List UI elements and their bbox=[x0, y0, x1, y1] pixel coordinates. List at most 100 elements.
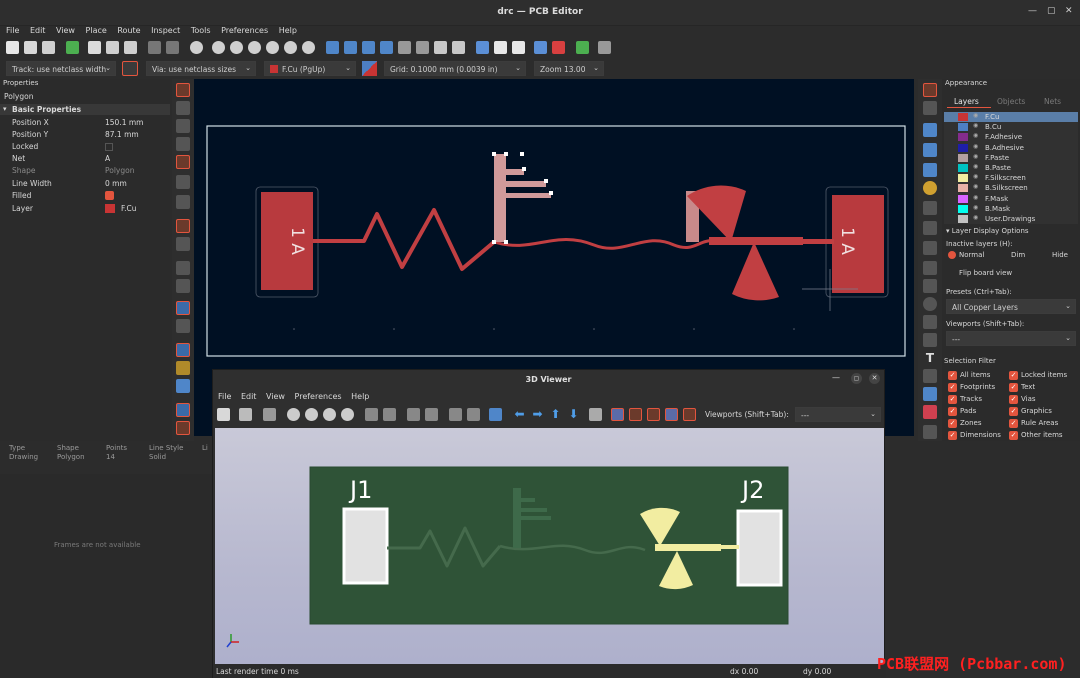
track-width-settings-icon[interactable] bbox=[122, 61, 138, 76]
high-contrast-icon[interactable] bbox=[176, 301, 190, 315]
v3d-menu-help[interactable]: Help bbox=[351, 392, 369, 401]
checkbox-icon[interactable]: ✓ bbox=[1009, 419, 1018, 428]
eye-icon[interactable]: ◉ bbox=[973, 214, 978, 221]
layer-row[interactable]: ◉ F.Adhesive bbox=[948, 132, 1078, 142]
find-icon[interactable] bbox=[190, 41, 203, 54]
units-mm-icon[interactable] bbox=[176, 155, 190, 169]
eye-icon[interactable]: ◉ bbox=[973, 204, 978, 211]
presets-select[interactable]: All Copper Layers ⌄ bbox=[946, 299, 1076, 314]
eye-icon[interactable]: ◉ bbox=[973, 143, 978, 150]
layer-color-swatch[interactable] bbox=[958, 133, 968, 142]
layer-select[interactable]: F.Cu (PgUp) ⌄ bbox=[264, 61, 356, 76]
prop-value[interactable]: 0 mm bbox=[105, 179, 127, 188]
move-left-icon[interactable]: ⬅ bbox=[513, 408, 526, 421]
close-button[interactable]: ✕ bbox=[869, 373, 880, 384]
scripting-icon[interactable] bbox=[598, 41, 611, 54]
eye-icon[interactable]: ◉ bbox=[973, 163, 978, 170]
prop-line-width[interactable]: Line Width 0 mm bbox=[0, 178, 170, 190]
zoom-out-icon[interactable] bbox=[248, 41, 261, 54]
eye-icon[interactable]: ◉ bbox=[973, 122, 978, 129]
set-origin-icon[interactable] bbox=[923, 425, 937, 439]
draw-rect-icon[interactable] bbox=[923, 279, 937, 293]
layer-row[interactable]: ◉ B.Paste bbox=[948, 163, 1078, 173]
rotate-x-ccw-icon[interactable] bbox=[383, 408, 396, 421]
prop-value[interactable]: F.Cu bbox=[121, 204, 136, 213]
menu-edit[interactable]: Edit bbox=[30, 26, 46, 35]
minimize-button[interactable]: — bbox=[1028, 6, 1037, 16]
move-down-icon[interactable]: ⬇ bbox=[567, 408, 580, 421]
curved-ratsnest-icon[interactable] bbox=[176, 237, 190, 251]
eye-icon[interactable]: ◉ bbox=[973, 173, 978, 180]
zoom-in-icon[interactable] bbox=[305, 408, 318, 421]
rotate-y-cw-icon[interactable] bbox=[407, 408, 420, 421]
layer-color-swatch[interactable] bbox=[958, 215, 968, 223]
pad-display-icon[interactable] bbox=[176, 343, 190, 357]
netlist-icon[interactable] bbox=[476, 41, 489, 54]
open-icon[interactable] bbox=[24, 41, 37, 54]
undo-icon[interactable] bbox=[148, 41, 161, 54]
via-display-icon[interactable] bbox=[176, 361, 190, 375]
prop-layer[interactable]: Layer F.Cu bbox=[0, 203, 170, 215]
move-right-icon[interactable]: ➡ bbox=[531, 408, 544, 421]
menu-place[interactable]: Place bbox=[86, 26, 107, 35]
rotate-ccw-icon[interactable] bbox=[326, 41, 339, 54]
rotate-y-ccw-icon[interactable] bbox=[425, 408, 438, 421]
checkbox-icon[interactable]: ✓ bbox=[1009, 407, 1018, 416]
layer-color-swatch[interactable] bbox=[958, 123, 968, 132]
eye-icon[interactable]: ◉ bbox=[973, 183, 978, 190]
zoom-select[interactable]: Zoom 13.00 ⌄ bbox=[534, 61, 604, 76]
move-up-icon[interactable]: ⬆ bbox=[549, 408, 562, 421]
zoom-fit-icon[interactable] bbox=[341, 408, 354, 421]
layer-row[interactable]: ◉ B.Adhesive bbox=[948, 143, 1078, 153]
layer-color-swatch[interactable] bbox=[958, 174, 968, 183]
footprint-editor-icon[interactable] bbox=[494, 41, 507, 54]
inactive-hide-label[interactable]: Hide bbox=[1052, 251, 1068, 259]
layer-color-swatch[interactable] bbox=[958, 153, 968, 162]
plot-icon[interactable] bbox=[124, 41, 137, 54]
lock-icon[interactable] bbox=[434, 41, 447, 54]
layer-row[interactable]: ◉ F.Paste bbox=[948, 153, 1078, 163]
appearance-panel-icon[interactable] bbox=[176, 403, 190, 417]
delete-tool-icon[interactable] bbox=[923, 405, 937, 419]
checkbox-icon[interactable]: ✓ bbox=[948, 419, 957, 428]
layer-row[interactable]: ◉ F.Silkscreen bbox=[948, 173, 1078, 183]
snap-angle-icon[interactable] bbox=[176, 195, 190, 209]
flip-icon[interactable] bbox=[362, 41, 375, 54]
rotate-z-cw-icon[interactable] bbox=[449, 408, 462, 421]
prop-filled[interactable]: Filled bbox=[0, 190, 170, 202]
add-via-icon[interactable] bbox=[923, 181, 937, 195]
prop-net[interactable]: Net A bbox=[0, 153, 170, 165]
zone-outlines-icon[interactable] bbox=[176, 279, 190, 293]
zoom-out-icon[interactable] bbox=[323, 408, 336, 421]
maximize-button[interactable]: ▢ bbox=[1047, 6, 1056, 16]
drc-icon[interactable] bbox=[552, 41, 565, 54]
schematic-icon[interactable] bbox=[576, 41, 589, 54]
units-mil-icon[interactable] bbox=[176, 137, 190, 151]
viewer-3d-scene[interactable]: J1 J2 bbox=[215, 428, 884, 664]
menu-preferences[interactable]: Preferences bbox=[221, 26, 268, 35]
show-not-in-posfile-icon[interactable] bbox=[665, 408, 678, 421]
grid-select[interactable]: Grid: 0.1000 mm (0.0039 in) ⌄ bbox=[384, 61, 526, 76]
layer-row[interactable]: ◉ F.Mask bbox=[948, 194, 1078, 204]
checkbox-icon[interactable]: ✓ bbox=[948, 431, 957, 440]
checkbox-icon[interactable]: ✓ bbox=[948, 371, 957, 380]
ungroup-icon[interactable] bbox=[416, 41, 429, 54]
layer-color-swatch[interactable] bbox=[958, 204, 968, 213]
save-icon[interactable] bbox=[42, 41, 55, 54]
tune-length-icon[interactable] bbox=[923, 163, 937, 177]
prop-position-y[interactable]: Position Y 87.1 mm bbox=[0, 129, 170, 141]
tab-layers[interactable]: Layers bbox=[954, 97, 979, 106]
page-settings-icon[interactable] bbox=[88, 41, 101, 54]
zoom-fit-icon[interactable] bbox=[266, 41, 279, 54]
eye-icon[interactable]: ◉ bbox=[973, 112, 978, 119]
new-board-icon[interactable] bbox=[6, 41, 19, 54]
zoom-selection-icon[interactable] bbox=[302, 41, 315, 54]
prop-locked[interactable]: Locked bbox=[0, 141, 170, 153]
net-colors-icon[interactable] bbox=[176, 319, 190, 333]
show-virtual-icon[interactable] bbox=[647, 408, 660, 421]
layer-row[interactable]: ◉ User.Drawings bbox=[948, 214, 1078, 224]
select-tool-icon[interactable] bbox=[923, 83, 937, 97]
rotate-x-cw-icon[interactable] bbox=[365, 408, 378, 421]
draw-circle-icon[interactable] bbox=[923, 297, 937, 311]
render-raytrace-icon[interactable] bbox=[217, 408, 230, 421]
